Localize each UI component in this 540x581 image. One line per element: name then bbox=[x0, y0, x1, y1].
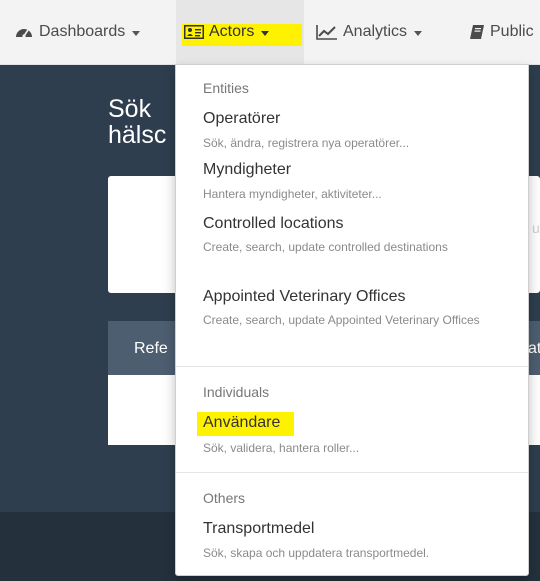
menu-header-individuals: Individuals bbox=[203, 384, 270, 400]
menu-header-others: Others bbox=[203, 490, 246, 506]
chevron-down-icon bbox=[261, 30, 270, 36]
menu-item-transportmedel-desc: Sök, skapa och uppdatera transportmedel. bbox=[203, 546, 430, 560]
nav-analytics[interactable]: Analytics bbox=[316, 0, 423, 64]
nav-actors-content[interactable]: Actors bbox=[184, 0, 270, 64]
menu-item-operatorer-desc: Sök, ändra, registrera nya operatörer... bbox=[203, 136, 410, 150]
menu-item-appointed-veterinary-offices-desc: Create, search, update Appointed Veterin… bbox=[203, 313, 480, 327]
menu-header-entities: Entities bbox=[203, 80, 249, 96]
page-title-line1: Sök bbox=[108, 95, 152, 123]
menu-item-anvandare[interactable]: Användare bbox=[203, 414, 280, 432]
nav-actors-label: Actors bbox=[209, 23, 255, 40]
menu-item-anvandare-desc: Sök, validera, hantera roller... bbox=[203, 441, 360, 455]
nav-public[interactable]: Public bbox=[469, 0, 534, 64]
dashboard-icon bbox=[16, 29, 32, 38]
search-input[interactable]: u bbox=[532, 220, 540, 236]
menu-item-appointed-veterinary-offices[interactable]: Appointed Veterinary Offices bbox=[203, 288, 406, 306]
menu-item-transportmedel[interactable]: Transportmedel bbox=[203, 520, 314, 538]
actors-dropdown-menu: Entities Operatörer Sök, ändra, registre… bbox=[175, 64, 529, 576]
menu-item-controlled-locations-desc: Create, search, update controlled destin… bbox=[203, 240, 448, 254]
menu-item-controlled-locations[interactable]: Controlled locations bbox=[203, 215, 344, 233]
nav-dashboards-label: Dashboards bbox=[39, 23, 126, 40]
page-title-line2: hälsc bbox=[108, 121, 167, 149]
book-icon bbox=[470, 25, 484, 39]
id-card-icon bbox=[184, 25, 204, 39]
tab-other[interactable]: ati bbox=[528, 340, 540, 358]
chevron-down-icon bbox=[132, 30, 141, 36]
menu-item-myndigheter[interactable]: Myndigheter bbox=[203, 161, 291, 179]
nav-public-label: Public bbox=[490, 23, 534, 40]
chevron-down-icon bbox=[414, 30, 423, 36]
top-navbar: Dashboards Actors Analytics Public bbox=[0, 0, 540, 65]
menu-divider bbox=[176, 366, 528, 367]
nav-analytics-label: Analytics bbox=[343, 23, 408, 40]
menu-divider bbox=[176, 472, 528, 473]
nav-dashboards[interactable]: Dashboards bbox=[14, 0, 141, 64]
menu-item-myndigheter-desc: Hantera myndigheter, aktiviteter... bbox=[203, 187, 382, 201]
page-title: Sök hälsc bbox=[108, 96, 166, 148]
tab-reference[interactable]: Refe bbox=[134, 340, 168, 358]
line-chart-icon bbox=[316, 25, 337, 40]
menu-item-operatorer[interactable]: Operatörer bbox=[203, 110, 280, 128]
